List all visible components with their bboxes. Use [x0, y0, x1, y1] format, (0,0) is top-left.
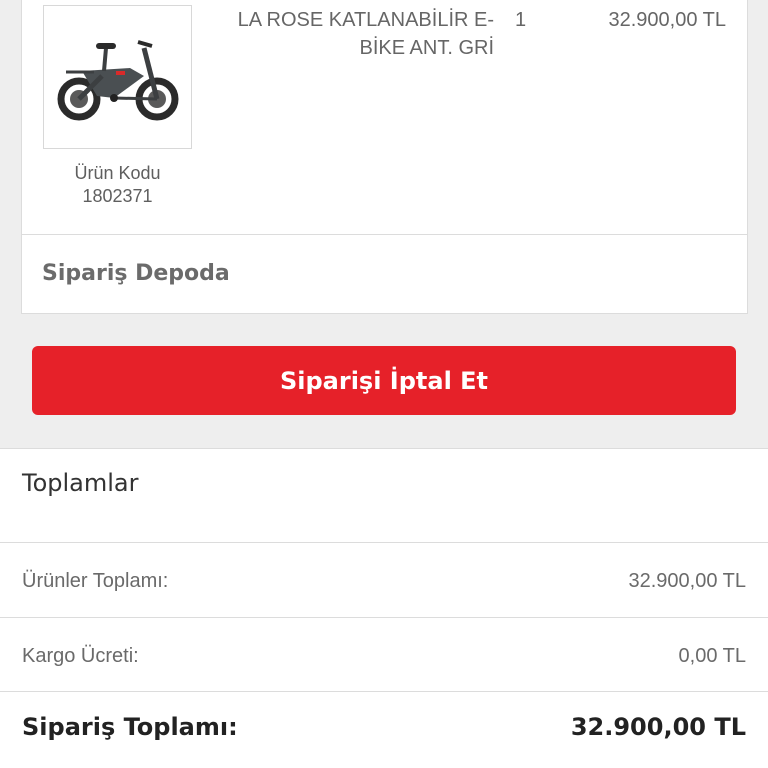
product-name[interactable]: LA ROSE KATLANABİLİR E-BİKE ANT. GRİ — [212, 6, 494, 62]
order-total-row: Sipariş Toplamı: 32.900,00 TL — [22, 712, 746, 742]
folding-e-bike-icon — [57, 40, 179, 121]
divider — [22, 234, 747, 235]
product-image[interactable] — [43, 5, 192, 149]
product-price: 32.900,00 TL — [608, 9, 726, 31]
products-total-label: Ürünler Toplamı: — [22, 569, 169, 592]
order-status: Sipariş Depoda — [42, 261, 230, 286]
divider — [0, 542, 768, 543]
divider — [0, 691, 768, 692]
order-total-value: 32.900,00 TL — [570, 713, 746, 741]
products-total-row: Ürünler Toplamı: 32.900,00 TL — [22, 566, 746, 596]
divider — [0, 617, 768, 618]
products-total-value: 32.900,00 TL — [628, 569, 746, 592]
product-quantity: 1 — [515, 9, 527, 31]
shipping-fee-value: 0,00 TL — [678, 644, 746, 667]
totals-card: Toplamlar Ürünler Toplamı: 32.900,00 TL … — [0, 448, 768, 768]
product-code-label: Ürün Kodu — [74, 163, 161, 183]
order-total-label: Sipariş Toplamı: — [22, 713, 238, 741]
order-item-card: Ürün Kodu 1802371 LA ROSE KATLANABİLİR E… — [21, 0, 748, 314]
shipping-fee-row: Kargo Ücreti: 0,00 TL — [22, 641, 746, 671]
totals-title: Toplamlar — [22, 469, 139, 497]
cancel-order-button[interactable]: Siparişi İptal Et — [32, 346, 736, 415]
product-code-value: 1802371 — [82, 186, 153, 206]
shipping-fee-label: Kargo Ücreti: — [22, 644, 139, 667]
